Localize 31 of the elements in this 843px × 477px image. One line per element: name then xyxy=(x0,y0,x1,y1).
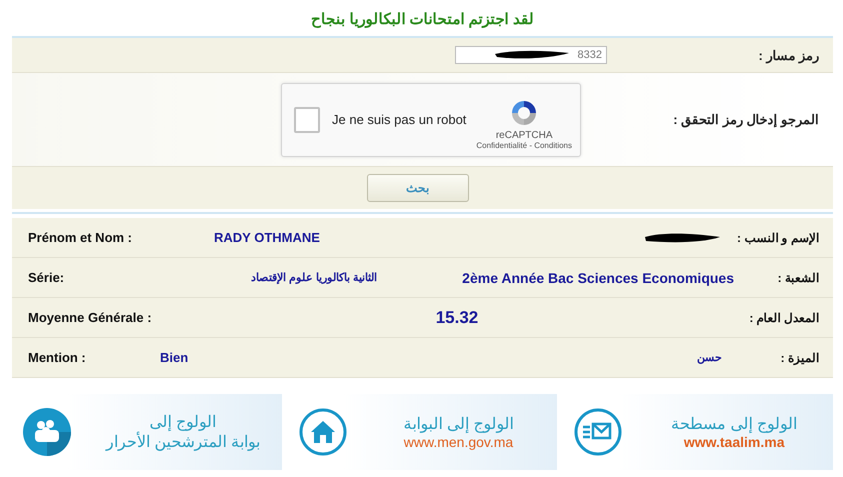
house-icon xyxy=(298,407,348,457)
series-value: 2ème Année Bac Sciences Economiques xyxy=(462,270,735,286)
field-label: المعدل العام : xyxy=(748,310,820,324)
banner-title: بوابة المترشحين الأحرار xyxy=(106,432,260,452)
banner-title: الولوج إلى مسطحة xyxy=(671,415,798,434)
name-value: RADY OTHMANE xyxy=(213,230,320,245)
mention-value: Bien xyxy=(160,350,188,365)
mention-value: حسن xyxy=(697,351,722,364)
field-label: Mention : xyxy=(28,350,86,365)
page-title: لقد اجتزتم امتحانات البكالوريا بنجاح xyxy=(310,10,535,30)
banner-title: الولوج إلى xyxy=(150,413,216,432)
field-label: الشعبة : xyxy=(776,270,820,284)
captcha-text: Je ne suis pas un robot xyxy=(332,112,468,127)
banner-title: الولوج إلى البوابة xyxy=(404,415,514,434)
captcha-checkbox[interactable] xyxy=(294,106,320,132)
captcha-label: المرجو إدخال رمز التحقق : xyxy=(672,112,820,127)
envelope-icon xyxy=(573,407,624,457)
massar-field[interactable]: 8332 xyxy=(455,46,607,64)
field-label: Moyenne Générale : xyxy=(28,310,152,325)
recaptcha-label: reCAPTCHA xyxy=(496,130,553,140)
search-button[interactable]: بحث xyxy=(366,174,468,202)
field-label: Prénom et Nom : xyxy=(28,230,132,245)
banner-url: www.men.gov.ma xyxy=(404,434,514,450)
massar-label: رمز مسار : xyxy=(757,48,820,62)
field-label: الميزة : xyxy=(780,350,820,364)
series-value: الثانية باكالوريا علوم الإقتصاد xyxy=(250,271,378,284)
privacy-terms-link[interactable]: Confidentialité - Conditions xyxy=(476,140,572,150)
banner-url: www.taalim.ma xyxy=(684,434,784,450)
field-label: Série: xyxy=(28,270,64,285)
people-icon xyxy=(22,407,72,457)
average-value: 15.32 xyxy=(436,308,480,328)
